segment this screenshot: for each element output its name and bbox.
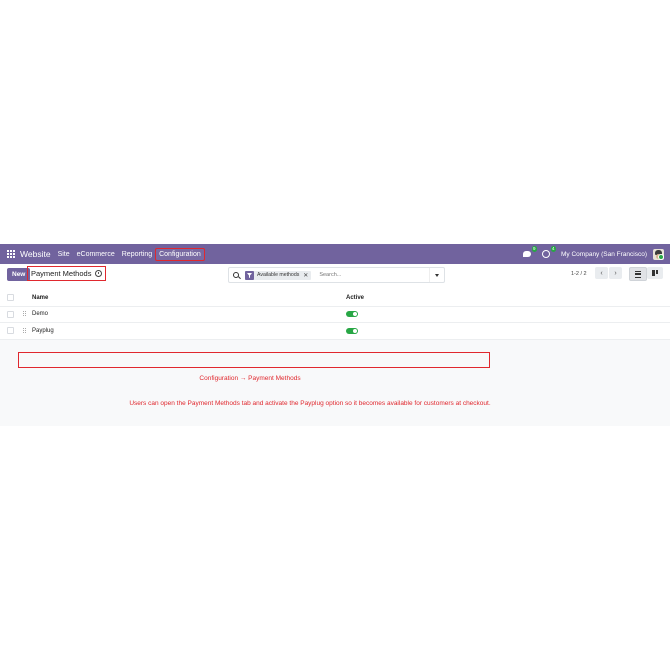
drag-handle-icon[interactable] xyxy=(23,311,26,318)
activities-badge: 4 xyxy=(550,246,557,252)
chat-icon xyxy=(523,251,532,257)
payplug-row-highlight xyxy=(18,352,490,368)
pager-value[interactable]: 1-2 / 2 xyxy=(571,271,587,277)
row-name[interactable]: Payplug xyxy=(32,328,54,334)
table-row[interactable]: Demo xyxy=(0,307,670,323)
column-header-active[interactable]: Active xyxy=(346,295,364,301)
app-frame: Website Site eCommerce Reporting Configu… xyxy=(0,244,670,426)
navbar-systray: 9 4 My Company (San Francisco) xyxy=(523,246,664,260)
menu-ecommerce[interactable]: eCommerce xyxy=(77,251,115,258)
drag-handle-icon[interactable] xyxy=(23,327,26,334)
search-bar[interactable]: Available methods ✕ xyxy=(228,267,445,283)
chevron-left-icon: ‹ xyxy=(600,269,603,277)
active-toggle[interactable] xyxy=(346,311,358,318)
row-name[interactable]: Demo xyxy=(32,311,48,317)
pager-previous-button[interactable]: ‹ xyxy=(595,267,608,279)
close-icon[interactable]: ✕ xyxy=(303,272,308,279)
app-brand[interactable]: Website xyxy=(20,249,51,259)
menu-reporting[interactable]: Reporting xyxy=(122,251,152,258)
list-icon xyxy=(635,270,641,278)
list-header: Name Active xyxy=(0,290,670,307)
search-icon[interactable] xyxy=(233,272,239,278)
kanban-view-button[interactable] xyxy=(647,267,663,279)
table-row[interactable]: Payplug xyxy=(0,323,670,340)
list-view: Name Active Demo Payplug xyxy=(0,290,670,340)
row-checkbox[interactable] xyxy=(7,327,14,335)
company-switcher[interactable]: My Company (San Francisco) xyxy=(561,251,647,258)
messages-button[interactable]: 9 xyxy=(523,246,538,258)
search-facet-label: Available methods xyxy=(257,272,300,278)
active-toggle[interactable] xyxy=(346,327,358,334)
apps-grid-icon[interactable] xyxy=(7,250,15,258)
new-button[interactable]: New xyxy=(7,268,31,281)
row-checkbox[interactable] xyxy=(7,310,14,318)
control-panel: New Payment Methods Available methods ✕ … xyxy=(0,264,670,291)
filter-icon xyxy=(245,270,254,280)
menu-site[interactable]: Site xyxy=(58,251,70,258)
activities-button[interactable]: 4 xyxy=(542,246,557,258)
page-title: Payment Methods xyxy=(31,269,92,278)
search-input[interactable] xyxy=(317,271,422,279)
caption-note: Users can open the Payment Methods tab a… xyxy=(129,400,491,407)
clock-icon xyxy=(542,250,551,258)
list-view-button[interactable] xyxy=(629,267,647,281)
search-facet: Available methods ✕ xyxy=(245,270,312,280)
kanban-icon xyxy=(652,270,658,276)
online-status-icon xyxy=(658,253,664,260)
avatar[interactable] xyxy=(653,248,664,260)
caption-path: Configuration → Payment Methods xyxy=(199,375,301,382)
pager-next-button[interactable]: › xyxy=(609,267,622,279)
menu-configuration[interactable]: Configuration xyxy=(155,247,205,261)
column-header-name[interactable]: Name xyxy=(32,295,48,301)
search-options-toggle[interactable] xyxy=(429,268,444,282)
chevron-right-icon: › xyxy=(614,269,617,277)
top-navbar: Website Site eCommerce Reporting Configu… xyxy=(0,244,670,264)
messages-badge: 9 xyxy=(531,246,538,252)
chevron-down-icon xyxy=(435,273,439,277)
select-all-checkbox[interactable] xyxy=(7,294,14,302)
breadcrumb: Payment Methods xyxy=(26,266,107,281)
gear-icon[interactable] xyxy=(95,270,103,277)
